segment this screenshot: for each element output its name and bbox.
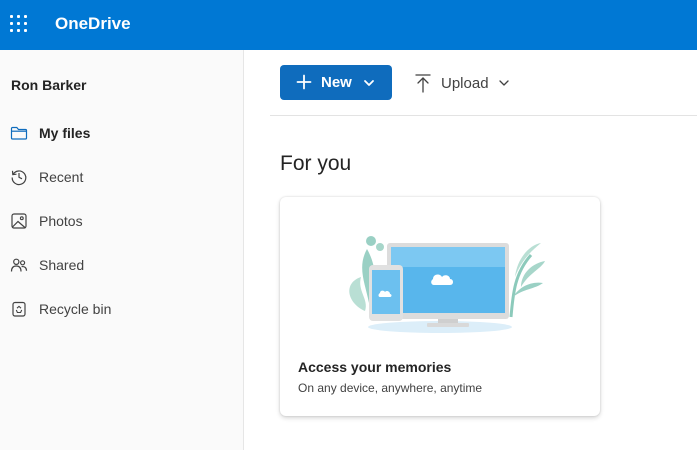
image-icon <box>11 213 27 229</box>
sidebar-item-label: Photos <box>39 213 83 229</box>
sidebar: Ron Barker My files Recent Photos Shared… <box>0 50 244 450</box>
sidebar-item-shared[interactable]: Shared <box>0 247 243 283</box>
memories-card[interactable]: Access your memories On any device, anyw… <box>280 197 600 416</box>
devices-illustration <box>349 236 545 333</box>
history-icon <box>11 170 27 186</box>
chevron-down-icon <box>364 80 374 86</box>
card-title: Access your memories <box>298 359 452 375</box>
sidebar-item-label: My files <box>39 125 91 141</box>
top-bar: OneDrive <box>0 0 697 50</box>
sidebar-item-label: Recent <box>39 169 84 185</box>
sidebar-item-my-files[interactable]: My files <box>0 115 243 151</box>
new-button-label: New <box>321 74 352 91</box>
sidebar-item-label: Shared <box>39 257 85 273</box>
plus-icon <box>296 74 312 90</box>
app-title[interactable]: OneDrive <box>55 14 131 34</box>
sidebar-item-recent[interactable]: Recent <box>0 159 243 195</box>
command-bar: New Upload <box>270 50 697 116</box>
recycle-bin-icon <box>12 301 26 317</box>
new-button[interactable]: New <box>280 65 392 100</box>
folder-icon <box>10 126 28 140</box>
section-title: For you <box>280 152 352 175</box>
upload-button-label: Upload <box>441 75 489 92</box>
sidebar-item-label: Recycle bin <box>39 301 112 317</box>
upload-button[interactable]: Upload <box>410 65 520 100</box>
user-name: Ron Barker <box>11 77 87 93</box>
people-icon <box>10 258 28 272</box>
upload-icon <box>415 74 431 93</box>
chevron-down-icon <box>499 80 509 86</box>
card-subtitle: On any device, anywhere, anytime <box>298 381 483 395</box>
sidebar-item-photos[interactable]: Photos <box>0 203 243 239</box>
sidebar-item-recycle-bin[interactable]: Recycle bin <box>0 291 243 327</box>
app-launcher-icon[interactable] <box>10 15 30 35</box>
